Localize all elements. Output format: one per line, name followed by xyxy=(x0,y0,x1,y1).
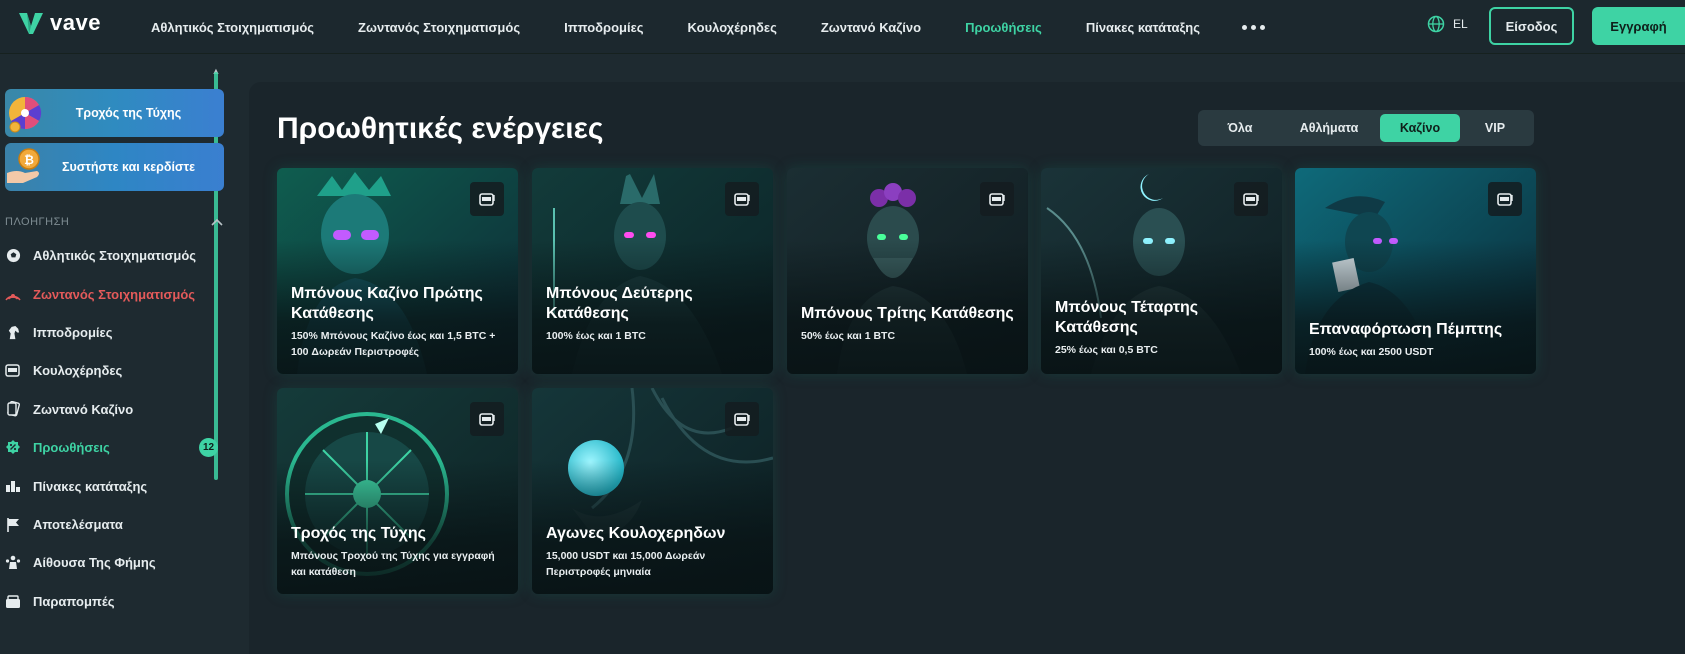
sidebar-item-live-casino[interactable]: Ζωντανό Καζίνο xyxy=(5,394,224,424)
sidebar-item-label: Παραπομπές xyxy=(33,593,115,609)
sidebar-item-slots[interactable]: Κουλοχέρηδες xyxy=(5,355,224,385)
sidebar-item-promotions[interactable]: Προωθήσεις 12 xyxy=(5,432,224,462)
nav-item-sports[interactable]: Αθλητικός Στοιχηματισμός xyxy=(151,20,314,35)
chevron-up-icon xyxy=(211,218,223,226)
sidebar-item-live-betting[interactable]: Ζωντανός Στοιχηματισμός xyxy=(5,279,224,309)
nav-item-slots[interactable]: Κουλοχέρηδες xyxy=(688,20,777,35)
filter-tab-all[interactable]: Όλα xyxy=(1202,114,1278,142)
sidebar-item-referrals[interactable]: Παραπομπές xyxy=(5,586,224,616)
slot-machine-icon xyxy=(980,182,1014,216)
flag-icon xyxy=(5,516,21,532)
login-button[interactable]: Είσοδος xyxy=(1489,7,1574,45)
promo-card-wheel-of-fortune[interactable]: Τροχός της Τύχης Μπόνους Τροχού της Τύχη… xyxy=(277,388,518,594)
horse-icon xyxy=(5,324,21,340)
promo-card-title: Επαναφόρτωση Πέμπτης xyxy=(1309,321,1503,338)
register-button[interactable]: Εγγραφή xyxy=(1592,7,1685,45)
promo-card-thursday-reload[interactable]: Επαναφόρτωση Πέμπτης 100% έως και 2500 U… xyxy=(1295,168,1536,374)
sidebar-promo-referral[interactable]: ₿ Συστήστε και κερδίστε xyxy=(5,143,224,191)
sidebar-promo-label: Τροχός της Τύχης xyxy=(75,106,182,120)
page-title: Προωθητικές ενέργειες xyxy=(277,112,604,145)
sidebar-item-label: Αθλητικός Στοιχηματισμός xyxy=(33,247,197,263)
promo-card-third-deposit[interactable]: Μπόνους Τρίτης Κατάθεσης 50% έως και 1 B… xyxy=(787,168,1028,374)
slot-machine-icon xyxy=(1488,182,1522,216)
sidebar-item-label: Ζωντανό Καζίνο xyxy=(33,401,134,417)
promo-card-second-deposit[interactable]: Μπόνους Δεύτερης Κατάθεσης 100% έως και … xyxy=(532,168,773,374)
slot-machine-icon xyxy=(725,182,759,216)
slot-machine-icon xyxy=(5,362,21,378)
promotions-count-badge: 12 xyxy=(199,438,218,457)
promo-card-title: Μπόνους Δεύτερης Κατάθεσης xyxy=(546,285,693,322)
sidebar-item-label: Ζωντανός Στοιχηματισμός xyxy=(33,286,196,302)
promo-card-slot-tournaments[interactable]: Αγωνες Κουλοχερηδων 15,000 USDT και 15,0… xyxy=(532,388,773,594)
top-navigation-bar: vave Αθλητικός Στοιχηματισμός Ζωντανός Σ… xyxy=(0,0,1685,54)
promo-card-subtitle: 150% Μπόνους Καζίνο έως και 1,5 BTC + 10… xyxy=(291,330,496,358)
promotions-panel: Προωθητικές ενέργειες Όλα Αθλήματα Καζίν… xyxy=(249,82,1685,654)
percent-icon xyxy=(5,439,21,455)
sidebar-item-racing[interactable]: Ιπποδρομίες xyxy=(5,317,224,347)
trophy-people-icon xyxy=(5,554,21,570)
cards-icon xyxy=(5,401,21,417)
sidebar: ▲ Τροχός της Τύχης ₿ Συστήστε και κερδίσ… xyxy=(0,54,240,654)
filter-tab-vip[interactable]: VIP xyxy=(1460,114,1530,142)
slot-machine-icon xyxy=(725,402,759,436)
svg-text:₿: ₿ xyxy=(24,153,34,167)
brand-logo[interactable]: vave xyxy=(18,10,101,36)
promo-card-fourth-deposit[interactable]: Μπόνους Τέταρτης Κατάθεσης 25% έως και 0… xyxy=(1041,168,1282,374)
sidebar-promo-label: Συστήστε και κερδίστε xyxy=(61,160,195,174)
promo-card-subtitle: 50% έως και 1 BTC xyxy=(801,330,896,342)
sidebar-item-results[interactable]: Αποτελέσματα xyxy=(5,509,224,539)
promo-card-title: Μπόνους Τέταρτης Κατάθεσης xyxy=(1055,299,1199,336)
language-selector[interactable]: EL xyxy=(1427,15,1468,33)
more-dots-icon[interactable] xyxy=(1242,24,1266,30)
bitcoin-coin-icon: ₿ xyxy=(5,143,49,191)
leaderboard-icon xyxy=(5,478,21,494)
main-nav: Αθλητικός Στοιχηματισμός Ζωντανός Στοιχη… xyxy=(151,0,1266,54)
promo-card-subtitle: 25% έως και 0,5 BTC xyxy=(1055,344,1158,356)
sidebar-item-label: Κουλοχέρηδες xyxy=(33,362,123,378)
sidebar-section-navigation[interactable]: ΠΛΟΗΓΗΣΗ xyxy=(5,212,224,232)
vave-logo-icon xyxy=(18,10,44,36)
filter-tab-sports[interactable]: Αθλήματα xyxy=(1278,114,1380,142)
live-signal-icon xyxy=(5,286,21,302)
nav-item-live-betting[interactable]: Ζωντανός Στοιχηματισμός xyxy=(358,20,520,35)
nav-item-racing[interactable]: Ιπποδρομίες xyxy=(564,20,643,35)
promo-card-first-deposit[interactable]: Μπόνους Καζίνο Πρώτης Κατάθεσης 150% Μπό… xyxy=(277,168,518,374)
section-title: ΠΛΟΗΓΗΣΗ xyxy=(5,216,70,228)
nav-item-leaderboards[interactable]: Πίνακες κατάταξης xyxy=(1086,20,1200,35)
sidebar-item-label: Προωθήσεις xyxy=(33,439,110,455)
promo-card-subtitle: 100% έως και 2500 USDT xyxy=(1309,346,1434,358)
promo-card-subtitle: 15,000 USDT και 15,000 Δωρεάν Περιστροφέ… xyxy=(546,550,706,578)
sidebar-item-label: Ιπποδρομίες xyxy=(33,324,113,340)
slot-machine-icon xyxy=(470,402,504,436)
promo-card-title: Μπόνους Καζίνο Πρώτης Κατάθεσης xyxy=(291,285,483,322)
promo-card-subtitle: 100% έως και 1 BTC xyxy=(546,330,646,342)
sidebar-item-leaderboards[interactable]: Πίνακες κατάταξης xyxy=(5,471,224,501)
referral-icon xyxy=(5,593,21,609)
sidebar-item-hall-of-fame[interactable]: Αίθουσα Της Φήμης xyxy=(5,547,224,577)
soccer-ball-icon xyxy=(5,247,21,263)
slot-machine-icon xyxy=(470,182,504,216)
nav-item-promotions[interactable]: Προωθήσεις xyxy=(965,20,1042,35)
sidebar-promo-wheel[interactable]: Τροχός της Τύχης xyxy=(5,89,224,137)
sidebar-item-label: Πίνακες κατάταξης xyxy=(33,478,148,494)
filter-tab-casino[interactable]: Καζίνο xyxy=(1380,114,1460,142)
promo-card-title: Τροχός της Τύχης xyxy=(291,525,426,542)
sidebar-item-label: Αποτελέσματα xyxy=(33,516,123,532)
globe-icon xyxy=(1427,15,1445,33)
promotions-filter: Όλα Αθλήματα Καζίνο VIP xyxy=(1198,110,1534,146)
sidebar-item-sports[interactable]: Αθλητικός Στοιχηματισμός xyxy=(5,240,224,270)
slot-machine-icon xyxy=(1234,182,1268,216)
wheel-icon xyxy=(5,89,49,137)
promo-card-subtitle: Μπόνους Τροχού της Τύχης για εγγραφή και… xyxy=(291,550,495,578)
brand-name: vave xyxy=(50,10,101,35)
sidebar-item-label: Αίθουσα Της Φήμης xyxy=(33,554,156,570)
promo-card-title: Αγωνες Κουλοχερηδων xyxy=(546,525,726,542)
nav-item-live-casino[interactable]: Ζωντανό Καζίνο xyxy=(821,20,921,35)
promo-card-title: Μπόνους Τρίτης Κατάθεσης xyxy=(801,305,1014,322)
language-code: EL xyxy=(1453,17,1468,31)
